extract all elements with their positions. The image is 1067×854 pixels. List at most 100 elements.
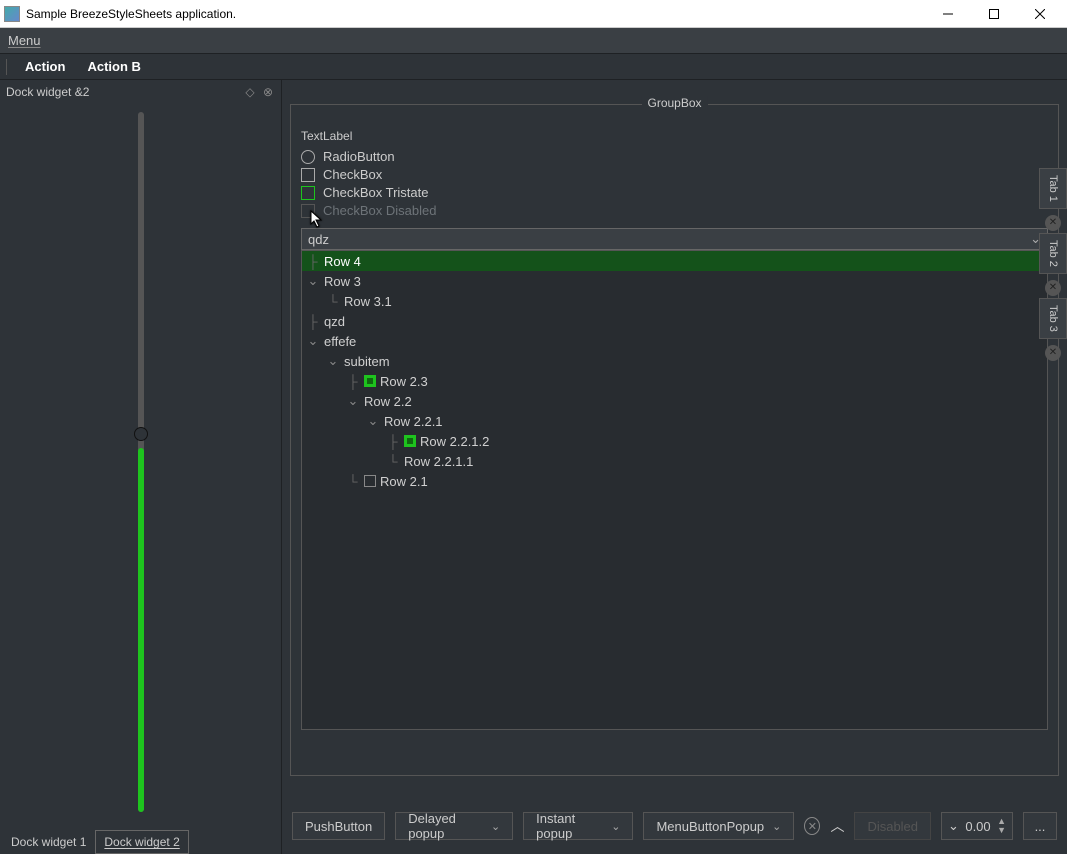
- tree-item-label: subitem: [344, 354, 390, 369]
- radio-row[interactable]: RadioButton: [301, 149, 1048, 164]
- checkbox-tristate-icon: [301, 186, 315, 200]
- radio-label: RadioButton: [323, 149, 395, 164]
- tree-item-label: Row 2.1: [380, 474, 428, 489]
- expander-open-icon[interactable]: ⌄: [306, 333, 320, 349]
- tree-row[interactable]: ⌄ Row 3: [302, 271, 1047, 291]
- tree-row[interactable]: └ Row 3.1: [302, 291, 1047, 311]
- tree-row[interactable]: ├ Row 2.3: [302, 371, 1047, 391]
- expander-open-icon[interactable]: ⌄: [306, 273, 320, 289]
- toolbar-separator: [6, 59, 7, 75]
- checkbox-disabled-row: CheckBox Disabled: [301, 203, 1048, 218]
- tree-branch-icon: ├: [346, 374, 360, 389]
- groupbox-title: GroupBox: [641, 96, 707, 110]
- dock-float-icon[interactable]: ◇: [243, 85, 257, 99]
- tree-item-label: Row 2.2.1.2: [420, 434, 489, 449]
- tree-row[interactable]: ⌄ effefe: [302, 331, 1047, 351]
- tree-leaf-icon: └: [386, 454, 400, 469]
- checkbox-label: CheckBox: [323, 167, 382, 182]
- checkbox-filled-icon[interactable]: [404, 435, 416, 447]
- disabled-button: Disabled: [854, 812, 931, 840]
- menubar: Menu: [0, 28, 1067, 54]
- tab-close-icon[interactable]: ✕: [1045, 345, 1061, 361]
- tree-leaf-icon: └: [326, 294, 340, 309]
- tree-row[interactable]: ├Row 4: [302, 251, 1047, 271]
- pushbutton[interactable]: PushButton: [292, 812, 385, 840]
- radio-icon: [301, 150, 315, 164]
- chevron-down-icon: ⌄: [611, 820, 620, 833]
- checkbox-disabled-label: CheckBox Disabled: [323, 203, 436, 218]
- combobox[interactable]: qdz ⌄: [301, 228, 1048, 250]
- right-tab-2[interactable]: Tab 2: [1039, 233, 1067, 274]
- chevron-down-icon: ⌄: [772, 820, 781, 833]
- spinbox-arrows[interactable]: ▲▼: [997, 817, 1006, 835]
- right-tab-1[interactable]: Tab 1: [1039, 168, 1067, 209]
- checkbox-filled-icon[interactable]: [364, 375, 376, 387]
- right-tab-strip: Tab 1 ✕ Tab 2 ✕ Tab 3 ✕: [1039, 168, 1067, 361]
- dock-tabs: Dock widget 1 Dock widget 2: [0, 826, 281, 854]
- app-icon: [4, 6, 20, 22]
- tree-row[interactable]: ⌄ subitem: [302, 351, 1047, 371]
- delayed-popup-button[interactable]: Delayed popup⌄: [395, 812, 513, 840]
- tree-row[interactable]: ├ Row 2.2.1.2: [302, 431, 1047, 451]
- slider[interactable]: [0, 104, 281, 826]
- ellipsis-button[interactable]: ...: [1023, 812, 1057, 840]
- checkbox-tristate-label: CheckBox Tristate: [323, 185, 429, 200]
- spinbox[interactable]: ⌄ 0.00 ▲▼: [941, 812, 1013, 840]
- tree-branch-icon: ├: [306, 314, 320, 329]
- tree-row[interactable]: ⌄ Row 2.2: [302, 391, 1047, 411]
- window-title: Sample BreezeStyleSheets application.: [26, 7, 236, 21]
- tree-row[interactable]: └ Row 2.2.1.1: [302, 451, 1047, 471]
- tab-close-icon[interactable]: ✕: [1045, 280, 1061, 296]
- tree-item-label: Row 2.2.1.1: [404, 454, 473, 469]
- close-button[interactable]: [1017, 0, 1063, 28]
- tree-item-label: Row 2.2: [364, 394, 412, 409]
- menu-button-popup[interactable]: MenuButtonPopup⌄: [643, 812, 794, 840]
- slider-handle[interactable]: [134, 427, 148, 441]
- groupbox: GroupBox TextLabel RadioButton CheckBox …: [290, 104, 1059, 776]
- checkbox-tristate-row[interactable]: CheckBox Tristate: [301, 185, 1048, 200]
- expander-open-icon[interactable]: ⌄: [346, 393, 360, 409]
- action-button[interactable]: Action: [15, 56, 75, 77]
- tree-leaf-icon: └: [346, 474, 360, 489]
- tree-view[interactable]: ├Row 4⌄Row 3└Row 3.1├qzd⌄effefe⌄subitem├…: [301, 250, 1048, 730]
- tree-item-label: Row 2.2.1: [384, 414, 443, 429]
- right-tab-3[interactable]: Tab 3: [1039, 298, 1067, 339]
- dock-tab-1[interactable]: Dock widget 1: [2, 830, 95, 854]
- spinbox-value: 0.00: [965, 819, 990, 834]
- titlebar: Sample BreezeStyleSheets application.: [0, 0, 1067, 28]
- tree-branch-icon: ├: [386, 434, 400, 449]
- expander-open-icon[interactable]: ⌄: [366, 413, 380, 429]
- dock-header: Dock widget &2 ◇ ⊗: [0, 80, 281, 104]
- dock-title: Dock widget &2: [6, 85, 89, 99]
- clear-icon[interactable]: ✕: [804, 817, 820, 835]
- dock-widget: Dock widget &2 ◇ ⊗ Dock widget 1 Dock wi…: [0, 80, 282, 854]
- checkbox-empty-icon[interactable]: [364, 475, 376, 487]
- checkbox-disabled-icon: [301, 204, 315, 218]
- central-area: GroupBox TextLabel RadioButton CheckBox …: [282, 80, 1067, 854]
- dock-close-icon[interactable]: ⊗: [261, 85, 275, 99]
- menu-item[interactable]: Menu: [8, 33, 41, 48]
- minimize-button[interactable]: [925, 0, 971, 28]
- expander-open-icon[interactable]: ⌄: [326, 353, 340, 369]
- tree-row[interactable]: ├ qzd: [302, 311, 1047, 331]
- tree-item-label: qzd: [324, 314, 345, 329]
- toolbar: Action Action B: [0, 54, 1067, 80]
- chevron-up-icon[interactable]: ︿: [830, 816, 844, 836]
- bottom-toolbar: PushButton Delayed popup⌄ Instant popup⌄…: [290, 806, 1059, 846]
- dock-tab-2[interactable]: Dock widget 2: [95, 830, 188, 854]
- action-b-button[interactable]: Action B: [77, 56, 150, 77]
- checkbox-row[interactable]: CheckBox: [301, 167, 1048, 182]
- chevron-down-icon: ⌄: [491, 820, 500, 833]
- text-label: TextLabel: [301, 129, 1048, 143]
- combobox-value: qdz: [308, 232, 329, 247]
- tree-item-label: Row 4: [324, 254, 361, 269]
- tree-item-label: Row 2.3: [380, 374, 428, 389]
- maximize-button[interactable]: [971, 0, 1017, 28]
- tree-row[interactable]: ⌄ Row 2.2.1: [302, 411, 1047, 431]
- tree-item-label: Row 3: [324, 274, 361, 289]
- tree-item-label: Row 3.1: [344, 294, 392, 309]
- tab-close-icon[interactable]: ✕: [1045, 215, 1061, 231]
- tree-item-label: effefe: [324, 334, 356, 349]
- tree-row[interactable]: └ Row 2.1: [302, 471, 1047, 491]
- instant-popup-button[interactable]: Instant popup⌄: [523, 812, 633, 840]
